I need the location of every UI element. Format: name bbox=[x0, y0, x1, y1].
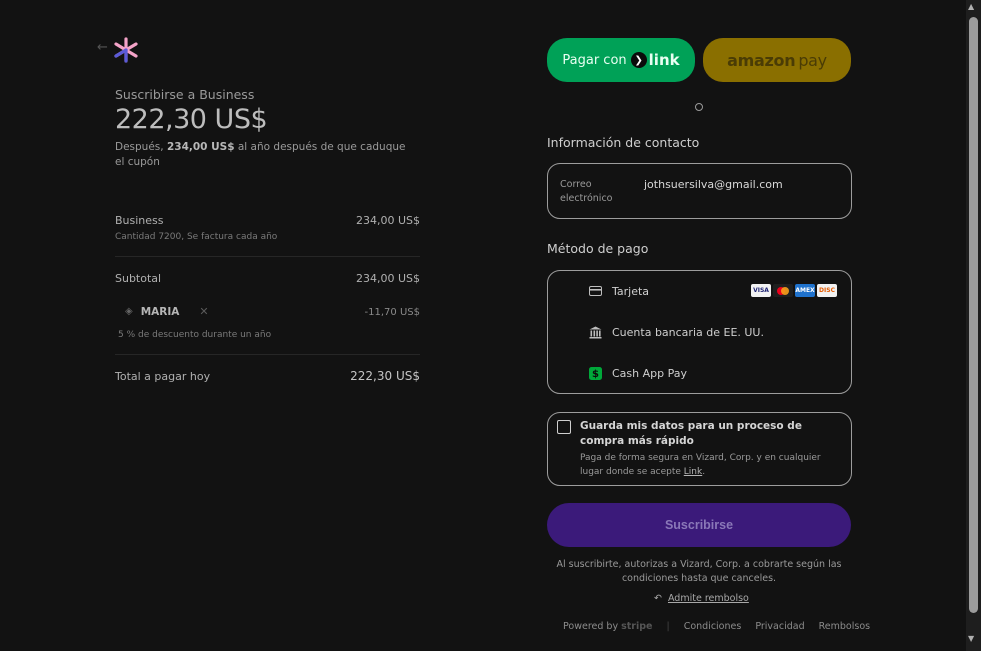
link-button-label: Pagar con bbox=[562, 52, 627, 68]
payment-method-bank[interactable]: Cuenta bancaria de EE. UU. bbox=[588, 325, 764, 339]
coupon-code: MARIA bbox=[140, 305, 180, 318]
line-item-name: Business bbox=[115, 214, 164, 227]
payment-method-cashapp[interactable]: $ Cash App Pay bbox=[588, 366, 687, 380]
amazon-pay-text: pay bbox=[798, 50, 827, 70]
back-arrow-icon[interactable]: ← bbox=[97, 40, 108, 55]
subscribe-button[interactable]: Suscribirse bbox=[547, 503, 851, 547]
brand-logo bbox=[114, 37, 138, 63]
coupon-discount: -11,70 US$ bbox=[364, 307, 420, 318]
link-logo-text: link bbox=[648, 51, 680, 69]
footer-link-conditions[interactable]: Condiciones bbox=[684, 621, 742, 632]
subtotal-label: Subtotal bbox=[115, 272, 162, 285]
email-value[interactable]: jothsuersilva@gmail.com bbox=[644, 178, 783, 191]
link-learn-more[interactable]: Link bbox=[684, 467, 702, 477]
divider bbox=[115, 256, 420, 257]
subtotal-amount: 234,00 US$ bbox=[355, 272, 420, 285]
scrollbar-thumb[interactable] bbox=[969, 17, 978, 613]
amazon-pay-button[interactable]: amazon pay bbox=[703, 38, 851, 82]
email-field[interactable]: Correo electrónico jothsuersilva@gmail.c… bbox=[547, 163, 852, 219]
payment-section-title: Método de pago bbox=[547, 241, 649, 256]
powered-by: Powered by stripe bbox=[563, 621, 653, 632]
card-brand-logos: VISA AMEX DISC bbox=[751, 284, 837, 297]
cash-app-icon: $ bbox=[588, 366, 602, 380]
total-amount: 222,30 US$ bbox=[350, 369, 420, 383]
footer-link-privacy[interactable]: Privacidad bbox=[755, 621, 804, 632]
total-label: Total a pagar hoy bbox=[115, 370, 211, 383]
payment-method-label: Cuenta bancaria de EE. UU. bbox=[612, 325, 764, 339]
footer-link-refunds[interactable]: Rembolsos bbox=[819, 621, 870, 632]
payment-methods: Tarjeta VISA AMEX DISC Cuenta bancaria d… bbox=[547, 270, 852, 394]
undo-arrow-icon: ↶ bbox=[654, 593, 662, 604]
price-note: Después, 234,00 US$ al año después de qu… bbox=[115, 141, 406, 168]
payment-method-label: Cash App Pay bbox=[612, 366, 687, 380]
payment-method-card[interactable]: Tarjeta bbox=[588, 284, 649, 298]
save-info-description: Paga de forma segura en Vizard, Corp. y … bbox=[580, 453, 821, 477]
refund-policy-link[interactable]: ↶ Admite rembolso bbox=[654, 593, 749, 604]
save-info-title: Guarda mis datos para un proceso de comp… bbox=[580, 420, 802, 447]
plan-subtitle: Suscribirse a Business bbox=[115, 87, 255, 102]
discover-icon: DISC bbox=[817, 284, 837, 297]
pay-with-link-button[interactable]: Pagar con ❯ link bbox=[547, 38, 695, 82]
footer: Powered by stripe | Condiciones Privacid… bbox=[563, 621, 870, 632]
line-item-detail: Cantidad 7200, Se factura cada año bbox=[115, 232, 278, 242]
coupon-detail: 5 % de descuento durante un año bbox=[118, 330, 272, 340]
stripe-logo: stripe bbox=[621, 621, 653, 632]
mastercard-icon bbox=[773, 284, 793, 297]
remove-coupon-icon[interactable]: ✕ bbox=[199, 305, 208, 318]
price-total: 222,30 US$ bbox=[115, 104, 268, 135]
chevron-right-icon: ❯ bbox=[630, 52, 647, 68]
visa-icon: VISA bbox=[751, 284, 771, 297]
amazon-logo-text: amazon bbox=[727, 50, 796, 70]
save-info-option[interactable]: Guarda mis datos para un proceso de comp… bbox=[547, 412, 852, 486]
divider bbox=[115, 354, 420, 355]
svg-text:$: $ bbox=[592, 369, 599, 380]
save-info-checkbox[interactable] bbox=[557, 420, 571, 434]
line-item-amount: 234,00 US$ bbox=[355, 214, 420, 227]
tag-icon: ◈ bbox=[125, 306, 133, 317]
coupon-chip: ◈ MARIA ✕ bbox=[125, 305, 209, 318]
bank-icon bbox=[588, 325, 602, 339]
scroll-up-icon[interactable]: ▲ bbox=[968, 2, 974, 11]
pager-dot[interactable] bbox=[695, 103, 703, 111]
payment-method-label: Tarjeta bbox=[612, 284, 650, 298]
scroll-down-icon[interactable]: ▼ bbox=[968, 634, 974, 643]
email-label: Correo electrónico bbox=[560, 179, 613, 204]
terms-text: Al suscribirte, autorizas a Vizard, Corp… bbox=[556, 559, 842, 584]
contact-section-title: Información de contacto bbox=[547, 135, 700, 150]
card-icon bbox=[588, 284, 602, 298]
footer-separator: | bbox=[666, 621, 670, 632]
amex-icon: AMEX bbox=[795, 284, 815, 297]
